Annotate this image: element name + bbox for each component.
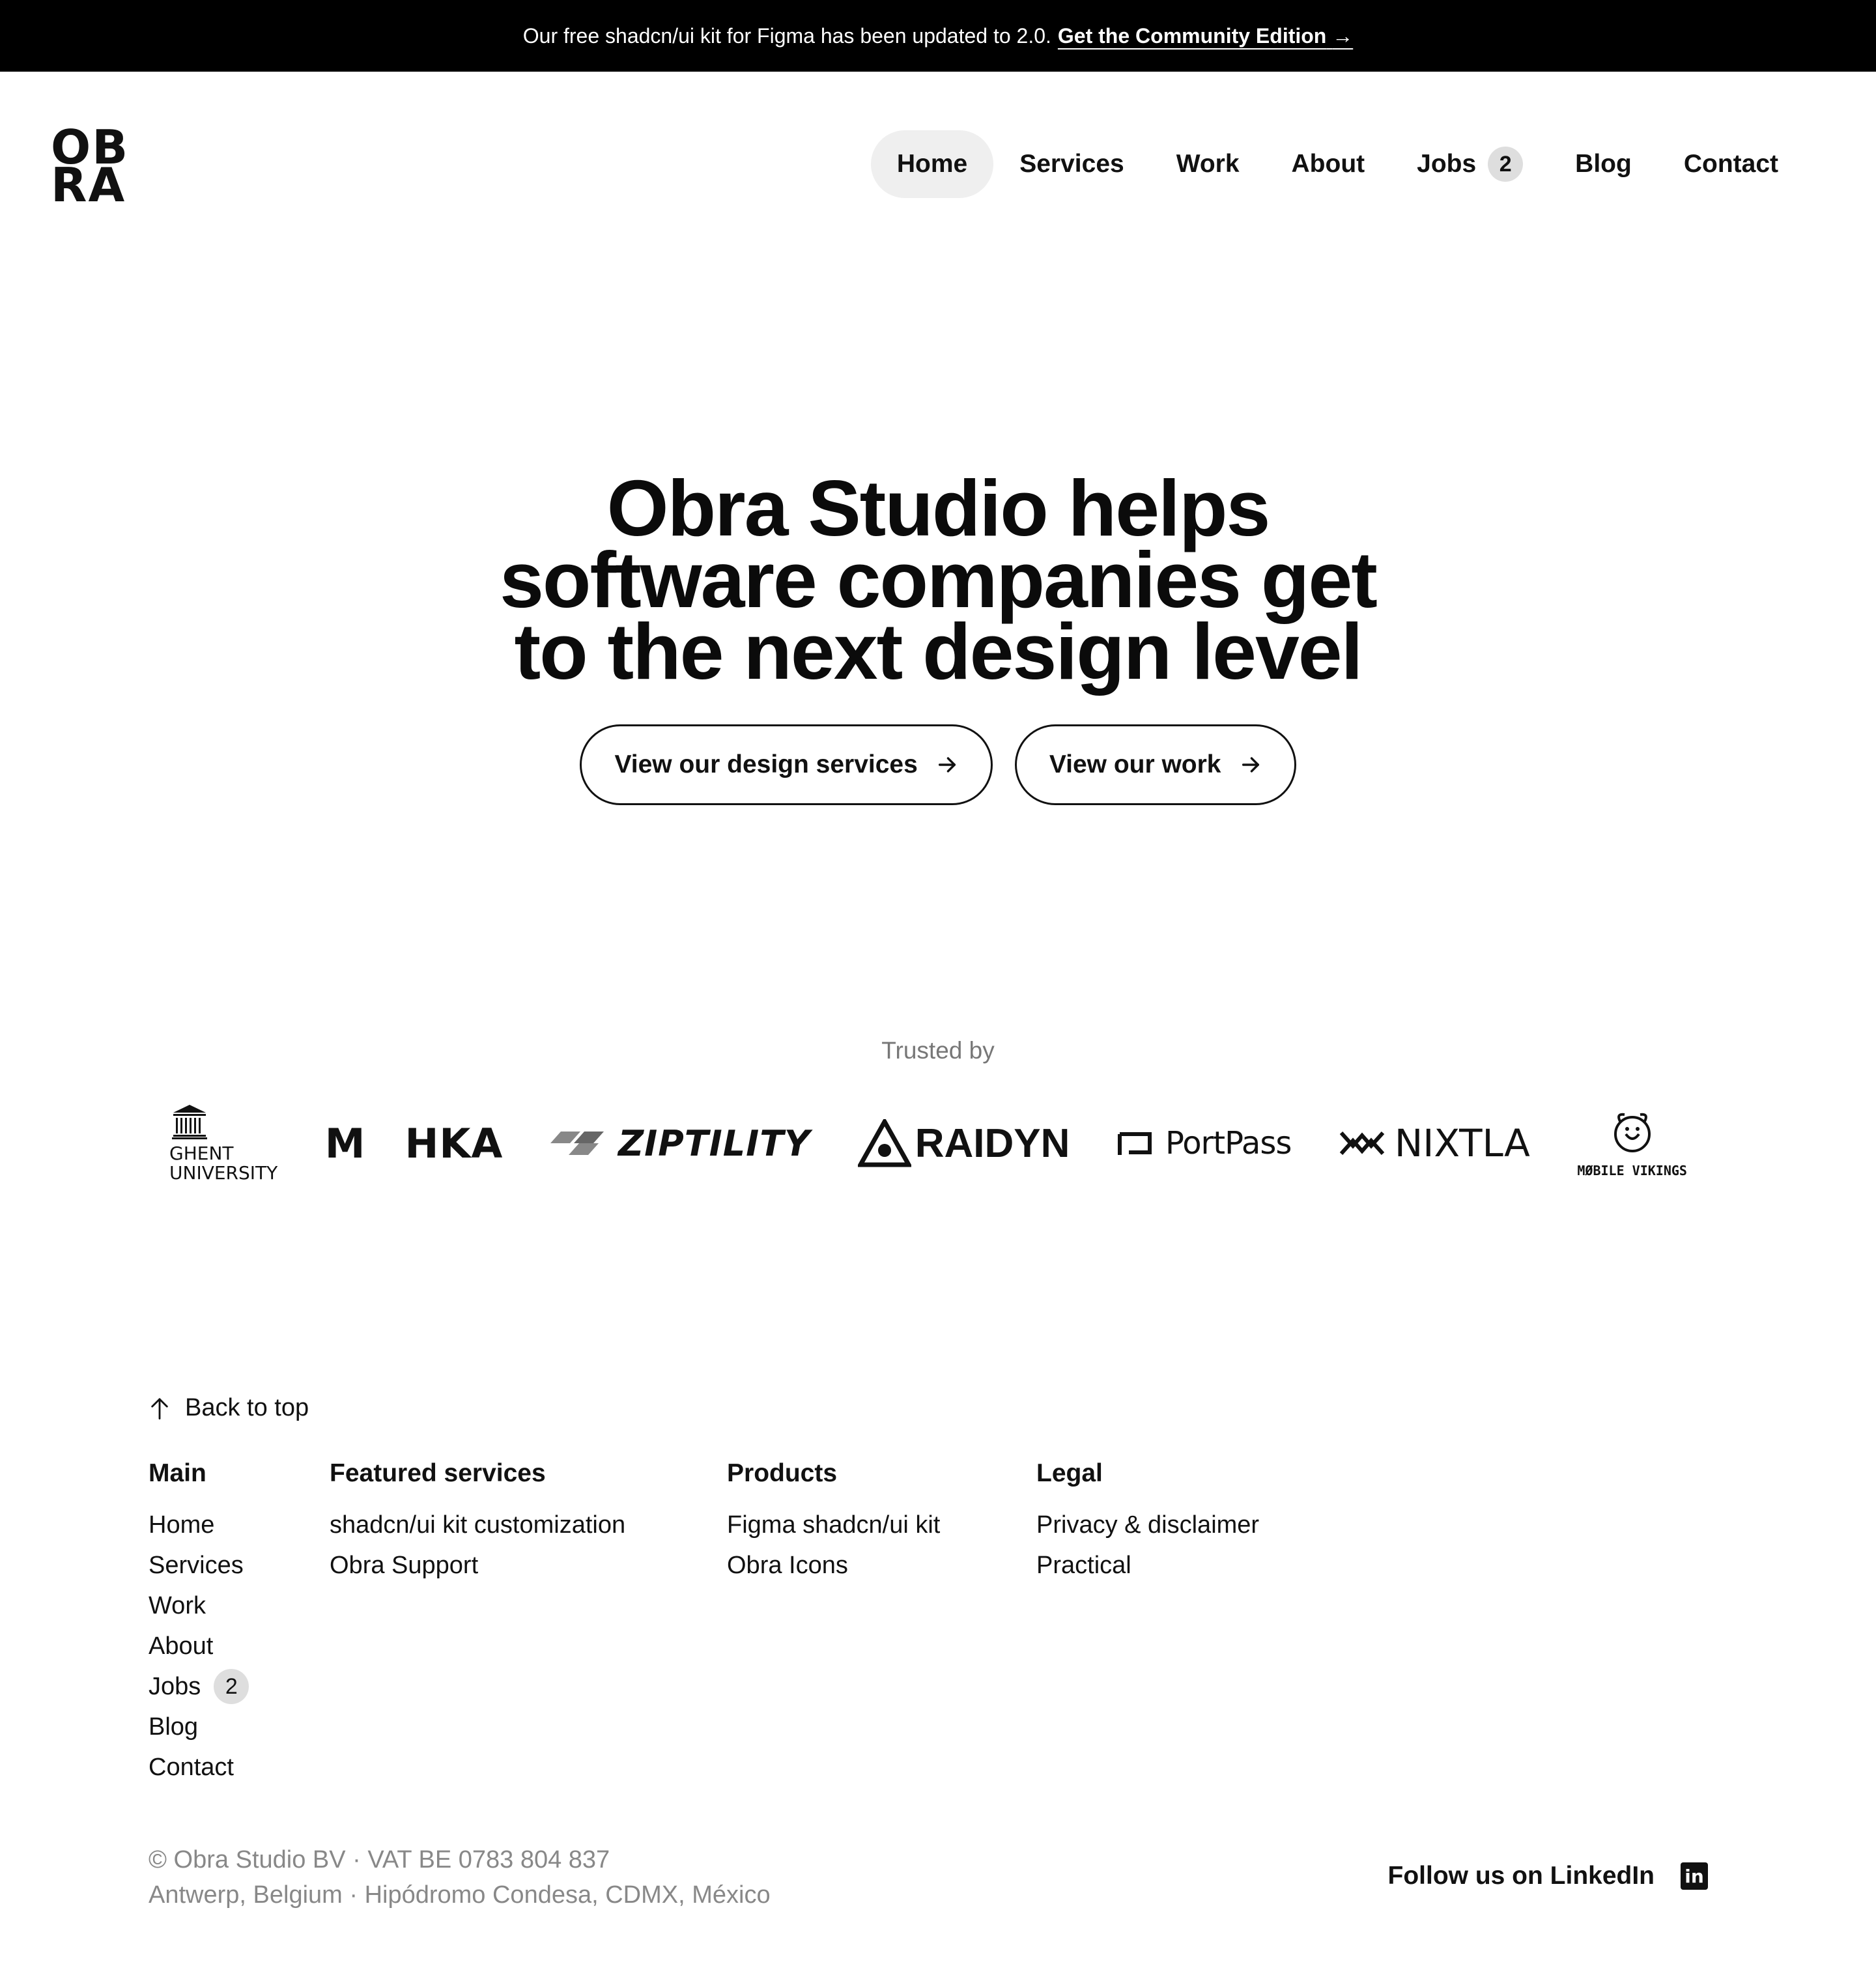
linkedin-icon: in (1681, 1862, 1708, 1890)
portpass-logo: PortPass (1117, 1125, 1292, 1161)
footer-heading-legal: Legal (1036, 1459, 1103, 1487)
footer-columns: Main Home Services Work About Jobs 2 Blo… (149, 1459, 1297, 1787)
hero-line-1: Obra Studio helps (606, 464, 1271, 552)
footer-heading-products: Products (727, 1459, 838, 1487)
footer-jobs-count-badge: 2 (214, 1669, 249, 1704)
nav-contact[interactable]: Contact (1658, 130, 1804, 198)
main-nav: Home Services Work About Jobs 2 Blog Con… (870, 130, 1804, 198)
hero-cta-group: View our design services View our work (0, 724, 1876, 805)
footer-link-practical[interactable]: Practical (1036, 1545, 1297, 1586)
raidyn-logo: RAIDYN (857, 1119, 1070, 1167)
footer-link-contact[interactable]: Contact (149, 1747, 330, 1787)
arrow-right-icon (938, 757, 956, 773)
copyright-text: © Obra Studio BV · VAT BE 0783 804 837 (149, 1846, 610, 1873)
jobs-count-badge: 2 (1488, 147, 1524, 182)
address-text: Antwerp, Belgium · Hipódromo Condesa, CD… (149, 1881, 771, 1909)
building-icon (172, 1105, 207, 1139)
nav-work[interactable]: Work (1150, 130, 1266, 198)
nav-blog[interactable]: Blog (1549, 130, 1658, 198)
back-to-top-link[interactable]: Back to top (149, 1394, 309, 1422)
footer-heading-featured: Featured services (330, 1459, 546, 1487)
hero-line-3: to the next design level (514, 607, 1363, 696)
nav-home[interactable]: Home (870, 130, 994, 198)
ghent-university-logo: GHENT UNIVERSITY (169, 1103, 277, 1183)
arrow-up-icon (151, 1397, 168, 1419)
raidyn-eye-icon (857, 1119, 911, 1167)
footer-link-figma-kit[interactable]: Figma shadcn/ui kit (727, 1505, 1036, 1545)
footer-col-featured-services: Featured services shadcn/ui kit customiz… (330, 1459, 727, 1787)
footer-link-home[interactable]: Home (149, 1505, 330, 1545)
footer-link-services[interactable]: Services (149, 1545, 330, 1586)
mhka-logo: M HKA (324, 1119, 504, 1167)
footer-link-obra-support[interactable]: Obra Support (330, 1545, 727, 1586)
footer-link-blog[interactable]: Blog (149, 1707, 330, 1747)
linkedin-link[interactable]: Follow us on LinkedIn in (1388, 1862, 1708, 1890)
footer-col-products: Products Figma shadcn/ui kit Obra Icons (727, 1459, 1036, 1787)
company-info: © Obra Studio BV · VAT BE 0783 804 837 A… (149, 1842, 771, 1913)
hero-line-2: software companies get (500, 535, 1378, 624)
nav-about[interactable]: About (1266, 130, 1391, 198)
footer-link-work[interactable]: Work (149, 1586, 330, 1626)
arrow-right-icon (1242, 757, 1259, 773)
nav-jobs-label: Jobs (1417, 150, 1477, 178)
view-design-services-button[interactable]: View our design services (580, 724, 993, 805)
ziptility-mark-icon (550, 1132, 604, 1155)
footer-link-privacy[interactable]: Privacy & disclaimer (1036, 1505, 1297, 1545)
arrow-right-icon: → (1332, 23, 1354, 48)
nav-services[interactable]: Services (993, 130, 1150, 198)
client-logos: GHENT UNIVERSITY M HKA ZIPTILITY RAIDYN P… (169, 1094, 1687, 1192)
footer-col-main: Main Home Services Work About Jobs 2 Blo… (149, 1459, 330, 1787)
portpass-mark-icon (1117, 1132, 1152, 1155)
viking-head-icon (1613, 1113, 1651, 1152)
footer-col-legal: Legal Privacy & disclaimer Practical (1036, 1459, 1297, 1787)
view-our-work-button[interactable]: View our work (1014, 724, 1296, 805)
footer-link-jobs[interactable]: Jobs 2 (149, 1666, 330, 1707)
footer-link-shadcn-customization[interactable]: shadcn/ui kit customization (330, 1505, 727, 1545)
footer-heading-main: Main (149, 1459, 206, 1487)
footer-link-obra-icons[interactable]: Obra Icons (727, 1545, 1036, 1586)
hero-title: Obra Studio helps software companies get… (391, 464, 1485, 696)
logo-line-2: RA (51, 158, 126, 212)
nav-jobs[interactable]: Jobs 2 (1391, 130, 1549, 198)
obra-logo[interactable]: OB RA (51, 124, 139, 212)
nixtla-mark-icon (1339, 1131, 1385, 1156)
announcement-bar: Our free shadcn/ui kit for Figma has bee… (0, 0, 1876, 72)
nixtla-logo: NIXTLA (1339, 1121, 1530, 1165)
announcement-text: Our free shadcn/ui kit for Figma has bee… (522, 23, 1051, 48)
community-edition-link[interactable]: Get the Community Edition → (1058, 24, 1353, 48)
trusted-by-label: Trusted by (881, 1037, 995, 1064)
ziptility-logo: ZIPTILITY (550, 1123, 810, 1164)
mobile-vikings-logo: MØBILE VIKINGS (1577, 1108, 1687, 1178)
footer-link-about[interactable]: About (149, 1626, 330, 1666)
